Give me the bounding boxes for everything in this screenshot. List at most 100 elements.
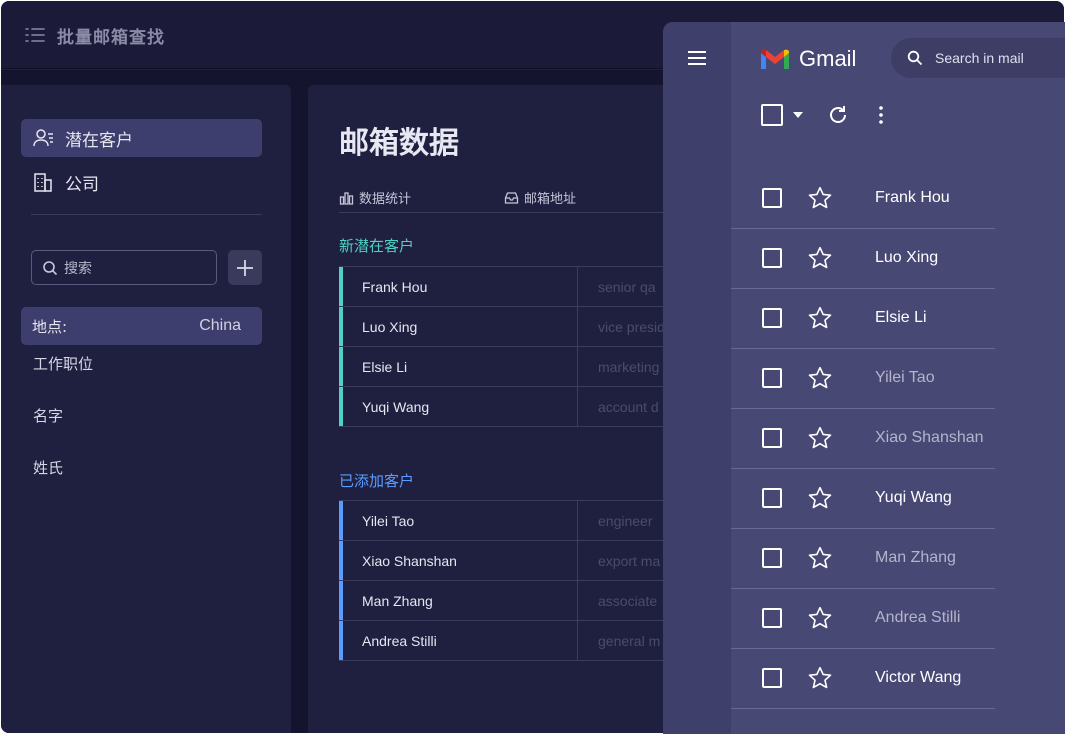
new-leads-table: Frank Hou senior qa Luo Xing vice presid E…	[339, 266, 679, 427]
table-row[interactable]: Andrea Stilli general m	[339, 621, 679, 661]
location-filter[interactable]: 地点: China	[21, 307, 262, 345]
mail-checkbox[interactable]	[762, 428, 782, 448]
add-button[interactable]	[228, 250, 262, 285]
mail-row[interactable]: Andrea Stilli	[731, 589, 995, 649]
mail-checkbox[interactable]	[762, 668, 782, 688]
lead-title: marketing	[598, 358, 660, 375]
search-placeholder: 搜索	[64, 260, 92, 277]
mail-checkbox[interactable]	[762, 368, 782, 388]
mail-row[interactable]: Luo Xing	[731, 229, 995, 289]
filter-last-name[interactable]: 姓氏	[33, 457, 63, 478]
tab-statistics[interactable]: 数据统计	[339, 188, 411, 207]
section-title-new-leads: 新潜在客户	[339, 237, 415, 255]
tab-email-address[interactable]: 邮箱地址	[504, 188, 576, 207]
lead-name: Yilei Tao	[339, 501, 578, 540]
gmail-panel: Gmail Search in mail Frank Hou Luo Xing El…	[663, 22, 1065, 734]
lead-title: general m	[598, 632, 661, 649]
lead-title: engineer	[598, 512, 653, 529]
gmail-logo[interactable]: Gmail	[759, 46, 856, 72]
list-menu-icon[interactable]	[25, 26, 45, 49]
mail-checkbox[interactable]	[762, 188, 782, 208]
lead-title: associate	[598, 592, 658, 609]
sidebar-item-company[interactable]: 公司	[21, 163, 262, 201]
mail-sender: Luo Xing	[875, 249, 939, 266]
mail-checkbox[interactable]	[762, 608, 782, 628]
star-icon[interactable]	[807, 665, 833, 696]
filter-label: 地点:	[32, 317, 68, 336]
lead-title: senior qa	[598, 278, 656, 295]
filter-first-name[interactable]: 名字	[33, 405, 63, 426]
chart-icon	[339, 191, 354, 205]
tab-label: 邮箱地址	[524, 192, 577, 207]
lead-title: export ma	[598, 552, 661, 569]
mail-sender: Andrea Stilli	[875, 609, 961, 626]
table-row[interactable]: Yuqi Wang account d	[339, 387, 679, 427]
mail-sender: Frank Hou	[875, 189, 950, 206]
mail-toolbar	[761, 104, 883, 126]
table-row[interactable]: Xiao Shanshan export ma	[339, 541, 679, 581]
mail-row[interactable]: Yilei Tao	[731, 349, 995, 409]
table-row[interactable]: Frank Hou senior qa	[339, 267, 679, 307]
page-title: 邮箱数据	[339, 126, 459, 161]
section-title-added-leads: 已添加客户	[339, 472, 415, 490]
mail-row[interactable]: Frank Hou	[731, 169, 995, 229]
select-dropdown-icon[interactable]	[793, 112, 803, 118]
mail-list: Frank Hou Luo Xing Elsie Li Yilei Tao Xiao S…	[731, 169, 995, 709]
mail-sender: Elsie Li	[875, 309, 927, 326]
gmail-rail	[663, 22, 731, 734]
tab-label: 数据统计	[359, 192, 412, 207]
lead-name: Yuqi Wang	[339, 387, 578, 426]
table-row[interactable]: Man Zhang associate	[339, 581, 679, 621]
star-icon[interactable]	[807, 185, 833, 216]
mail-search-input[interactable]: Search in mail	[891, 38, 1065, 78]
mail-checkbox[interactable]	[762, 308, 782, 328]
contacts-icon	[31, 126, 55, 150]
lead-title: vice presid	[598, 318, 665, 335]
building-icon	[31, 170, 55, 194]
mail-sender: Yilei Tao	[875, 369, 935, 386]
table-row[interactable]: Elsie Li marketing	[339, 347, 679, 387]
refresh-icon[interactable]	[827, 104, 849, 126]
mail-row[interactable]: Man Zhang	[731, 529, 995, 589]
gmail-envelope-icon	[761, 48, 789, 69]
mail-checkbox[interactable]	[762, 488, 782, 508]
mail-checkbox[interactable]	[762, 548, 782, 568]
lead-name: Frank Hou	[339, 267, 578, 306]
filter-value: China	[199, 317, 241, 334]
search-input[interactable]: 搜索	[31, 250, 217, 285]
lead-title: account d	[598, 398, 659, 415]
mail-checkbox[interactable]	[762, 248, 782, 268]
star-icon[interactable]	[807, 365, 833, 396]
lead-name: Elsie Li	[339, 347, 578, 386]
star-icon[interactable]	[807, 485, 833, 516]
lead-name: Xiao Shanshan	[339, 541, 578, 580]
star-icon[interactable]	[807, 245, 833, 276]
table-row[interactable]: Yilei Tao engineer	[339, 501, 679, 541]
sidebar-divider	[31, 214, 262, 215]
mail-row[interactable]: Yuqi Wang	[731, 469, 995, 529]
sidebar-item-leads[interactable]: 潜在客户	[21, 119, 262, 157]
mail-sender: Man Zhang	[875, 549, 956, 566]
inbox-icon	[504, 191, 519, 204]
star-icon[interactable]	[807, 305, 833, 336]
select-all-checkbox[interactable]	[761, 104, 783, 126]
mail-row[interactable]: Victor Wang	[731, 649, 995, 709]
added-leads-table: Yilei Tao engineer Xiao Shanshan export ma…	[339, 500, 679, 661]
sidebar: 潜在客户 公司 搜索 地点: China 工作职位 名字 姓氏	[1, 85, 291, 733]
sidebar-item-label: 公司	[65, 174, 99, 195]
more-options-icon[interactable]	[879, 106, 883, 124]
mail-row[interactable]: Xiao Shanshan	[731, 409, 995, 469]
search-placeholder: Search in mail	[935, 50, 1024, 66]
search-icon	[42, 260, 58, 276]
mail-sender: Xiao Shanshan	[875, 429, 984, 446]
star-icon[interactable]	[807, 605, 833, 636]
filter-job-title[interactable]: 工作职位	[33, 353, 93, 374]
star-icon[interactable]	[807, 545, 833, 576]
mail-row[interactable]: Elsie Li	[731, 289, 995, 349]
mail-sender: Yuqi Wang	[875, 489, 952, 506]
table-row[interactable]: Luo Xing vice presid	[339, 307, 679, 347]
star-icon[interactable]	[807, 425, 833, 456]
hamburger-menu-icon[interactable]	[687, 50, 707, 71]
mail-sender: Victor Wang	[875, 669, 962, 686]
plus-icon	[237, 259, 253, 276]
